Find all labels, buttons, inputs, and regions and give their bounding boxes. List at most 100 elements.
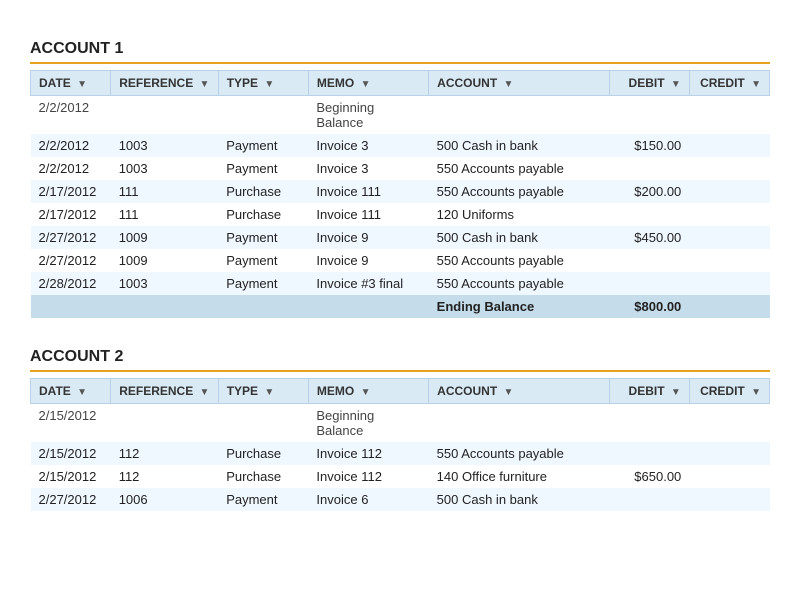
- cell-col-type: [218, 96, 308, 135]
- eb-date: [31, 295, 111, 318]
- filter-icon[interactable]: ▼: [77, 79, 87, 90]
- cell-col-ref: 1003: [111, 272, 219, 295]
- account-table-1: DATE ▼REFERENCE ▼TYPE ▼MEMO ▼ACCOUNT ▼DE…: [30, 70, 770, 318]
- col-header-memo[interactable]: MEMO ▼: [308, 379, 428, 404]
- cell-col-debit: $150.00: [609, 134, 689, 157]
- cell-col-account: 550 Accounts payable: [429, 180, 609, 203]
- cell-col-memo: Invoice 112: [308, 442, 428, 465]
- cell-col-type: Payment: [218, 272, 308, 295]
- filter-icon[interactable]: ▼: [200, 387, 210, 398]
- cell-col-credit: [689, 134, 769, 157]
- cell-col-memo: Invoice 9: [308, 226, 428, 249]
- cell-col-ref: 1003: [111, 134, 219, 157]
- col-header-memo[interactable]: MEMO ▼: [308, 71, 428, 96]
- filter-icon[interactable]: ▼: [504, 387, 514, 398]
- cell-col-credit: [689, 96, 769, 135]
- table-row: 2/15/2012112PurchaseInvoice 112550 Accou…: [31, 442, 770, 465]
- cell-col-account: 550 Accounts payable: [429, 272, 609, 295]
- cell-col-credit: [689, 180, 769, 203]
- col-header-date[interactable]: DATE ▼: [31, 379, 111, 404]
- cell-col-memo: Invoice 6: [308, 488, 428, 511]
- filter-icon[interactable]: ▼: [671, 387, 681, 398]
- cell-col-date: 2/27/2012: [31, 226, 111, 249]
- cell-col-memo: Beginning Balance: [308, 96, 428, 135]
- ending-balance-row: Ending Balance$800.00: [31, 295, 770, 318]
- cell-col-debit: [609, 442, 689, 465]
- col-header-credit[interactable]: CREDIT ▼: [689, 379, 769, 404]
- cell-col-account: 500 Cash in bank: [429, 226, 609, 249]
- cell-col-date: 2/15/2012: [31, 465, 111, 488]
- col-header-reference[interactable]: REFERENCE ▼: [111, 71, 219, 96]
- filter-icon[interactable]: ▼: [751, 387, 761, 398]
- filter-icon[interactable]: ▼: [751, 79, 761, 90]
- cell-col-memo: Invoice 112: [308, 465, 428, 488]
- cell-col-account: 550 Accounts payable: [429, 157, 609, 180]
- cell-col-type: Purchase: [218, 465, 308, 488]
- table-row: 2/15/2012112PurchaseInvoice 112140 Offic…: [31, 465, 770, 488]
- cell-col-date: 2/2/2012: [31, 134, 111, 157]
- table-row: 2/17/2012111PurchaseInvoice 111120 Unifo…: [31, 203, 770, 226]
- cell-col-memo: Invoice 3: [308, 157, 428, 180]
- cell-col-credit: [689, 465, 769, 488]
- table-row: 2/2/2012 Beginning Balance: [31, 96, 770, 135]
- col-header-type[interactable]: TYPE ▼: [218, 71, 308, 96]
- col-header-type[interactable]: TYPE ▼: [218, 379, 308, 404]
- filter-icon[interactable]: ▼: [504, 79, 514, 90]
- filter-icon[interactable]: ▼: [200, 79, 210, 90]
- ending-balance-debit: $800.00: [609, 295, 689, 318]
- filter-icon[interactable]: ▼: [77, 387, 87, 398]
- cell-col-ref: 1009: [111, 226, 219, 249]
- cell-col-credit: [689, 272, 769, 295]
- eb-ref: [111, 295, 219, 318]
- filter-icon[interactable]: ▼: [264, 387, 274, 398]
- cell-col-date: 2/17/2012: [31, 203, 111, 226]
- col-header-account[interactable]: ACCOUNT ▼: [429, 379, 609, 404]
- col-header-reference[interactable]: REFERENCE ▼: [111, 379, 219, 404]
- cell-col-type: Payment: [218, 157, 308, 180]
- cell-col-debit: [609, 96, 689, 135]
- cell-col-credit: [689, 226, 769, 249]
- ending-balance-credit: [689, 295, 769, 318]
- cell-col-account: 550 Accounts payable: [429, 442, 609, 465]
- cell-col-memo: Invoice #3 final: [308, 272, 428, 295]
- cell-col-credit: [689, 442, 769, 465]
- filter-icon[interactable]: ▼: [671, 79, 681, 90]
- cell-col-debit: $450.00: [609, 226, 689, 249]
- table-row: 2/15/2012Beginning Balance: [31, 404, 770, 443]
- account-section-1: ACCOUNT 1DATE ▼REFERENCE ▼TYPE ▼MEMO ▼AC…: [30, 40, 770, 318]
- table-row: 2/27/20121006PaymentInvoice 6500 Cash in…: [31, 488, 770, 511]
- cell-col-date: 2/2/2012: [31, 96, 111, 135]
- cell-col-credit: [689, 488, 769, 511]
- cell-col-account: [429, 96, 609, 135]
- cell-col-debit: [609, 404, 689, 443]
- cell-col-ref: 1006: [111, 488, 219, 511]
- cell-col-memo: Invoice 3: [308, 134, 428, 157]
- cell-col-type: Payment: [218, 249, 308, 272]
- col-header-debit[interactable]: DEBIT ▼: [609, 71, 689, 96]
- cell-col-ref: 112: [111, 465, 219, 488]
- cell-col-memo: Beginning Balance: [308, 404, 428, 443]
- cell-col-ref: [111, 404, 219, 443]
- cell-col-account: 140 Office furniture: [429, 465, 609, 488]
- filter-icon[interactable]: ▼: [361, 79, 371, 90]
- cell-col-date: 2/28/2012: [31, 272, 111, 295]
- col-header-account[interactable]: ACCOUNT ▼: [429, 71, 609, 96]
- cell-col-ref: 112: [111, 442, 219, 465]
- col-header-date[interactable]: DATE ▼: [31, 71, 111, 96]
- cell-col-memo: Invoice 9: [308, 249, 428, 272]
- cell-col-ref: 1003: [111, 157, 219, 180]
- col-header-debit[interactable]: DEBIT ▼: [609, 379, 689, 404]
- cell-col-debit: [609, 157, 689, 180]
- cell-col-ref: 111: [111, 180, 219, 203]
- cell-col-account: 500 Cash in bank: [429, 134, 609, 157]
- cell-col-date: 2/27/2012: [31, 488, 111, 511]
- cell-col-account: 500 Cash in bank: [429, 488, 609, 511]
- col-header-credit[interactable]: CREDIT ▼: [689, 71, 769, 96]
- account-section-2: ACCOUNT 2DATE ▼REFERENCE ▼TYPE ▼MEMO ▼AC…: [30, 348, 770, 511]
- filter-icon[interactable]: ▼: [264, 79, 274, 90]
- cell-col-type: Payment: [218, 226, 308, 249]
- filter-icon[interactable]: ▼: [361, 387, 371, 398]
- cell-col-memo: Invoice 111: [308, 203, 428, 226]
- table-row: 2/27/20121009PaymentInvoice 9500 Cash in…: [31, 226, 770, 249]
- cell-col-type: Payment: [218, 488, 308, 511]
